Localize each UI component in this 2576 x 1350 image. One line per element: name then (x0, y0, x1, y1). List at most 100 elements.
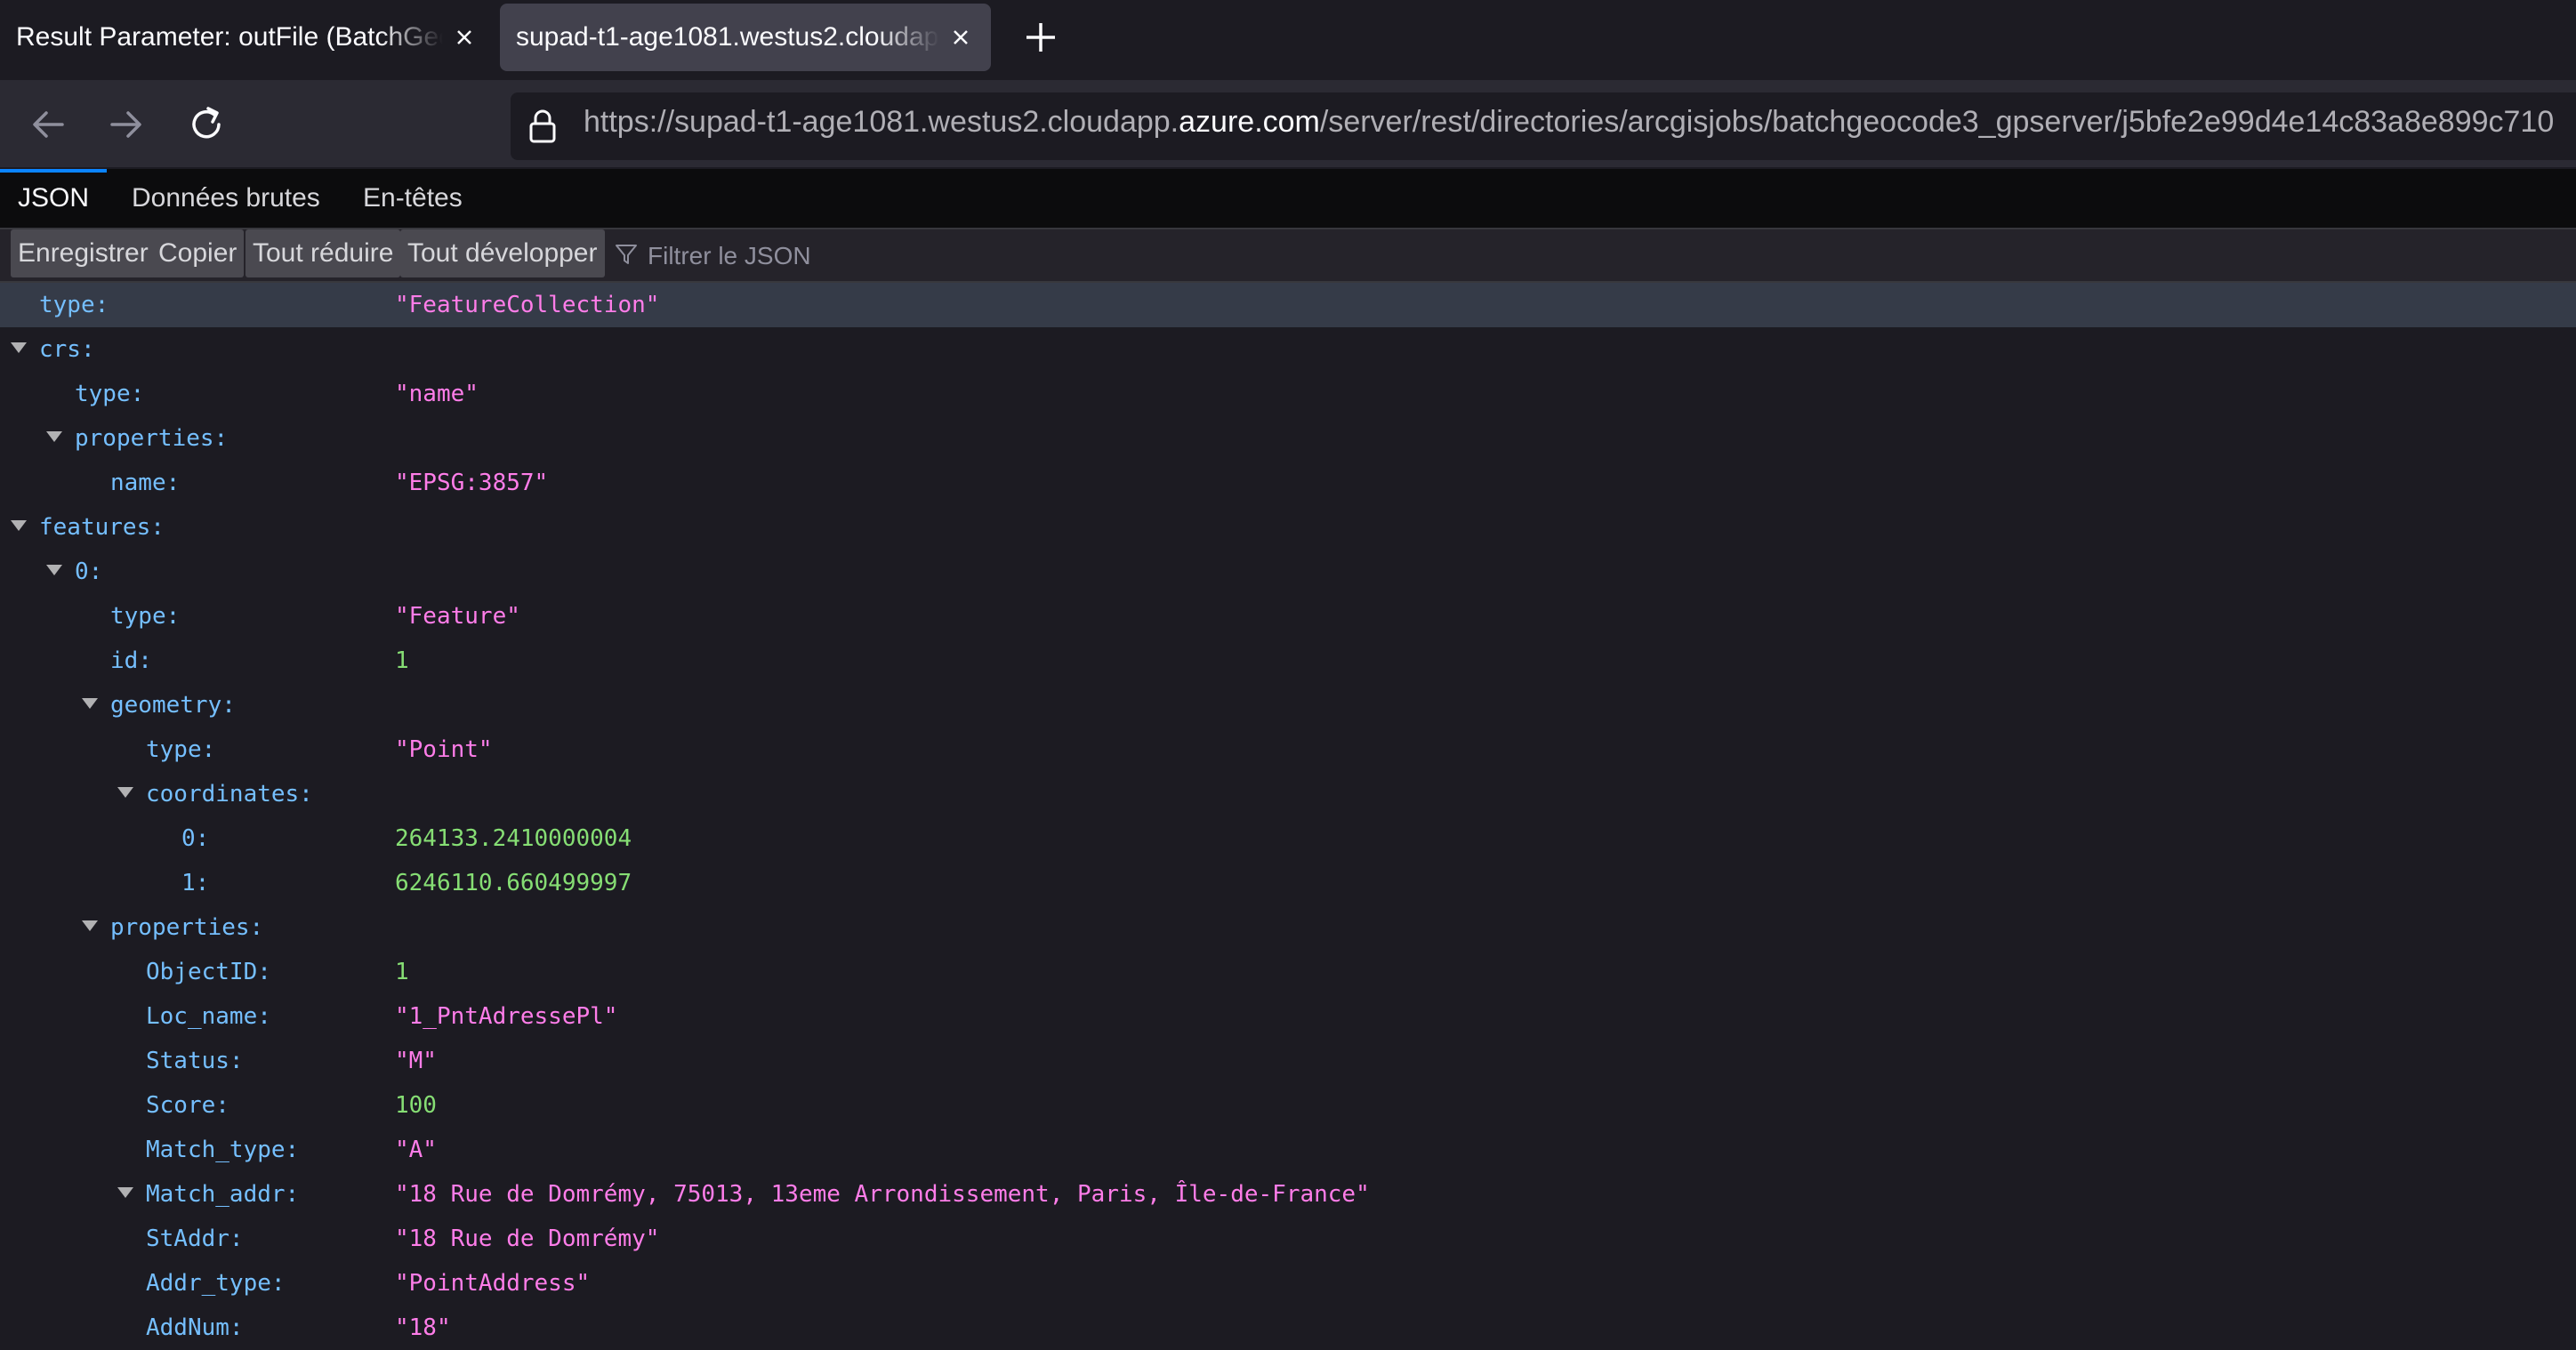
json-tree-row[interactable]: Match_addr: "18 Rue de Domrémy, 75013, 13… (0, 1172, 2576, 1217)
json-key: features: (39, 514, 165, 541)
json-tree-row[interactable]: 0: (0, 550, 2576, 594)
json-key: Match_type: (146, 1137, 300, 1163)
url-text[interactable]: https://supad-t1-age1081.westus2.cloudap… (584, 105, 2576, 140)
json-value: "PointAddress" (395, 1270, 591, 1297)
url-prefix: https://supad-t1-age1081.westus2.cloudap… (584, 105, 1179, 139)
tab-raw-data[interactable]: Données brutes (114, 169, 338, 228)
json-tree-row[interactable]: Match_type: "A" (0, 1128, 2576, 1172)
json-tree-row[interactable]: Loc_name: "1_PntAdressePl" (0, 994, 2576, 1039)
json-tree-row[interactable]: name: "EPSG:3857" (0, 461, 2576, 505)
expand-twisty-icon[interactable] (46, 431, 62, 442)
json-value: 264133.2410000004 (395, 825, 632, 852)
expand-twisty-icon[interactable] (82, 698, 98, 709)
json-value: "A" (395, 1137, 437, 1163)
url-path: /server/rest/directories/arcgisjobs/batc… (1319, 105, 2555, 139)
json-value: "M" (395, 1048, 437, 1074)
json-key: Score: (146, 1092, 229, 1119)
json-tree-row[interactable]: Score: 100 (0, 1083, 2576, 1128)
json-tree-row[interactable]: crs: (0, 327, 2576, 372)
json-tree-row[interactable]: type: "FeatureCollection" (0, 283, 2576, 327)
json-key: 1: (181, 870, 210, 896)
json-value: 1 (395, 647, 409, 674)
filter-json-input[interactable] (646, 233, 1183, 279)
json-value: 1 (395, 959, 409, 985)
json-key: crs: (39, 336, 95, 363)
back-arrow-icon[interactable] (25, 101, 71, 148)
tab-title: supad-t1-age1081.westus2.cloudapp.azure.… (516, 22, 939, 52)
expand-all-button[interactable]: Tout développer (400, 229, 605, 277)
json-tree-row[interactable]: type: "Feature" (0, 594, 2576, 639)
json-value: "FeatureCollection" (395, 292, 660, 318)
expand-twisty-icon[interactable] (117, 1187, 133, 1198)
json-tree-row[interactable]: properties: (0, 416, 2576, 461)
json-key: name: (110, 470, 181, 496)
json-tree-row[interactable]: coordinates: (0, 772, 2576, 816)
json-tree-row[interactable]: geometry: (0, 683, 2576, 727)
json-key: type: (39, 292, 109, 318)
json-tree-row[interactable]: id: 1 (0, 639, 2576, 683)
json-key: type: (110, 603, 181, 630)
json-tree-row[interactable]: 0: 264133.2410000004 (0, 816, 2576, 861)
close-tab-icon[interactable] (946, 23, 975, 52)
json-tree-row[interactable]: properties: (0, 905, 2576, 950)
tab-json[interactable]: JSON (0, 169, 107, 228)
tab-strip: Result Parameter: outFile (BatchGeocode3… (0, 0, 2576, 80)
json-key: type: (146, 736, 216, 763)
json-key: AddNum: (146, 1314, 244, 1341)
json-tree-row[interactable]: ObjectID: 1 (0, 950, 2576, 994)
lock-icon[interactable] (523, 107, 562, 146)
copy-button[interactable]: Copier (151, 229, 245, 277)
json-key: 0: (181, 825, 210, 852)
collapse-all-button[interactable]: Tout réduire (246, 229, 401, 277)
json-tree-row[interactable]: features: (0, 505, 2576, 550)
json-key: Match_addr: (146, 1181, 300, 1208)
json-key: Addr_type: (146, 1270, 286, 1297)
json-value: 100 (395, 1092, 437, 1119)
close-tab-icon[interactable] (450, 23, 479, 52)
json-key: coordinates: (146, 781, 313, 808)
json-key: geometry: (110, 692, 236, 719)
json-key: properties: (75, 425, 229, 452)
filter-funnel-icon (616, 245, 637, 264)
browser-tab-active[interactable]: supad-t1-age1081.westus2.cloudapp.azure.… (500, 4, 991, 71)
json-key: StAddr: (146, 1225, 244, 1252)
json-viewer-tabs: JSON Données brutes En-têtes (0, 169, 2576, 229)
browser-tab-result-parameter[interactable]: Result Parameter: outFile (BatchGeocode3… (0, 4, 495, 71)
json-value: "Feature" (395, 603, 520, 630)
json-value: 6246110.660499997 (395, 870, 632, 896)
json-tree-row[interactable]: Addr_type: "PointAddress" (0, 1261, 2576, 1306)
json-tree-row[interactable]: type: "Point" (0, 727, 2576, 772)
json-value: "18 Rue de Domrémy, 75013, 13eme Arrondi… (395, 1181, 1370, 1208)
expand-twisty-icon[interactable] (46, 565, 62, 575)
url-domain: azure.com (1179, 105, 1320, 139)
forward-arrow-icon[interactable] (103, 101, 149, 148)
json-key: Loc_name: (146, 1003, 271, 1030)
json-tree-row[interactable]: type: "name" (0, 372, 2576, 416)
expand-twisty-icon[interactable] (11, 342, 27, 353)
reload-icon[interactable] (183, 101, 229, 148)
new-tab-plus-icon[interactable] (1021, 18, 1060, 57)
json-key: properties: (110, 914, 264, 941)
json-tree-row[interactable]: Status: "M" (0, 1039, 2576, 1083)
json-key: type: (75, 381, 145, 407)
json-value: "EPSG:3857" (395, 470, 549, 496)
json-value: "1_PntAdressePl" (395, 1003, 618, 1030)
json-value: "18 Rue de Domrémy" (395, 1225, 660, 1252)
json-value: "18" (395, 1314, 451, 1341)
json-value: "Point" (395, 736, 493, 763)
expand-twisty-icon[interactable] (11, 520, 27, 531)
json-tree-row[interactable]: AddNum: "18" (0, 1306, 2576, 1350)
tab-headers[interactable]: En-têtes (345, 169, 480, 228)
expand-twisty-icon[interactable] (117, 787, 133, 798)
save-button[interactable]: Enregistrer (11, 229, 156, 277)
json-key: 0: (75, 558, 103, 585)
json-key: id: (110, 647, 152, 674)
json-tree: type: "FeatureCollection" crs: type: "name" p… (0, 283, 2576, 1350)
json-tree-row[interactable]: 1: 6246110.660499997 (0, 861, 2576, 905)
json-key: Status: (146, 1048, 244, 1074)
json-value: "name" (395, 381, 479, 407)
tab-title: Result Parameter: outFile (BatchGeocode3… (16, 22, 443, 52)
json-tree-row[interactable]: StAddr: "18 Rue de Domrémy" (0, 1217, 2576, 1261)
expand-twisty-icon[interactable] (82, 920, 98, 931)
json-key: ObjectID: (146, 959, 271, 985)
